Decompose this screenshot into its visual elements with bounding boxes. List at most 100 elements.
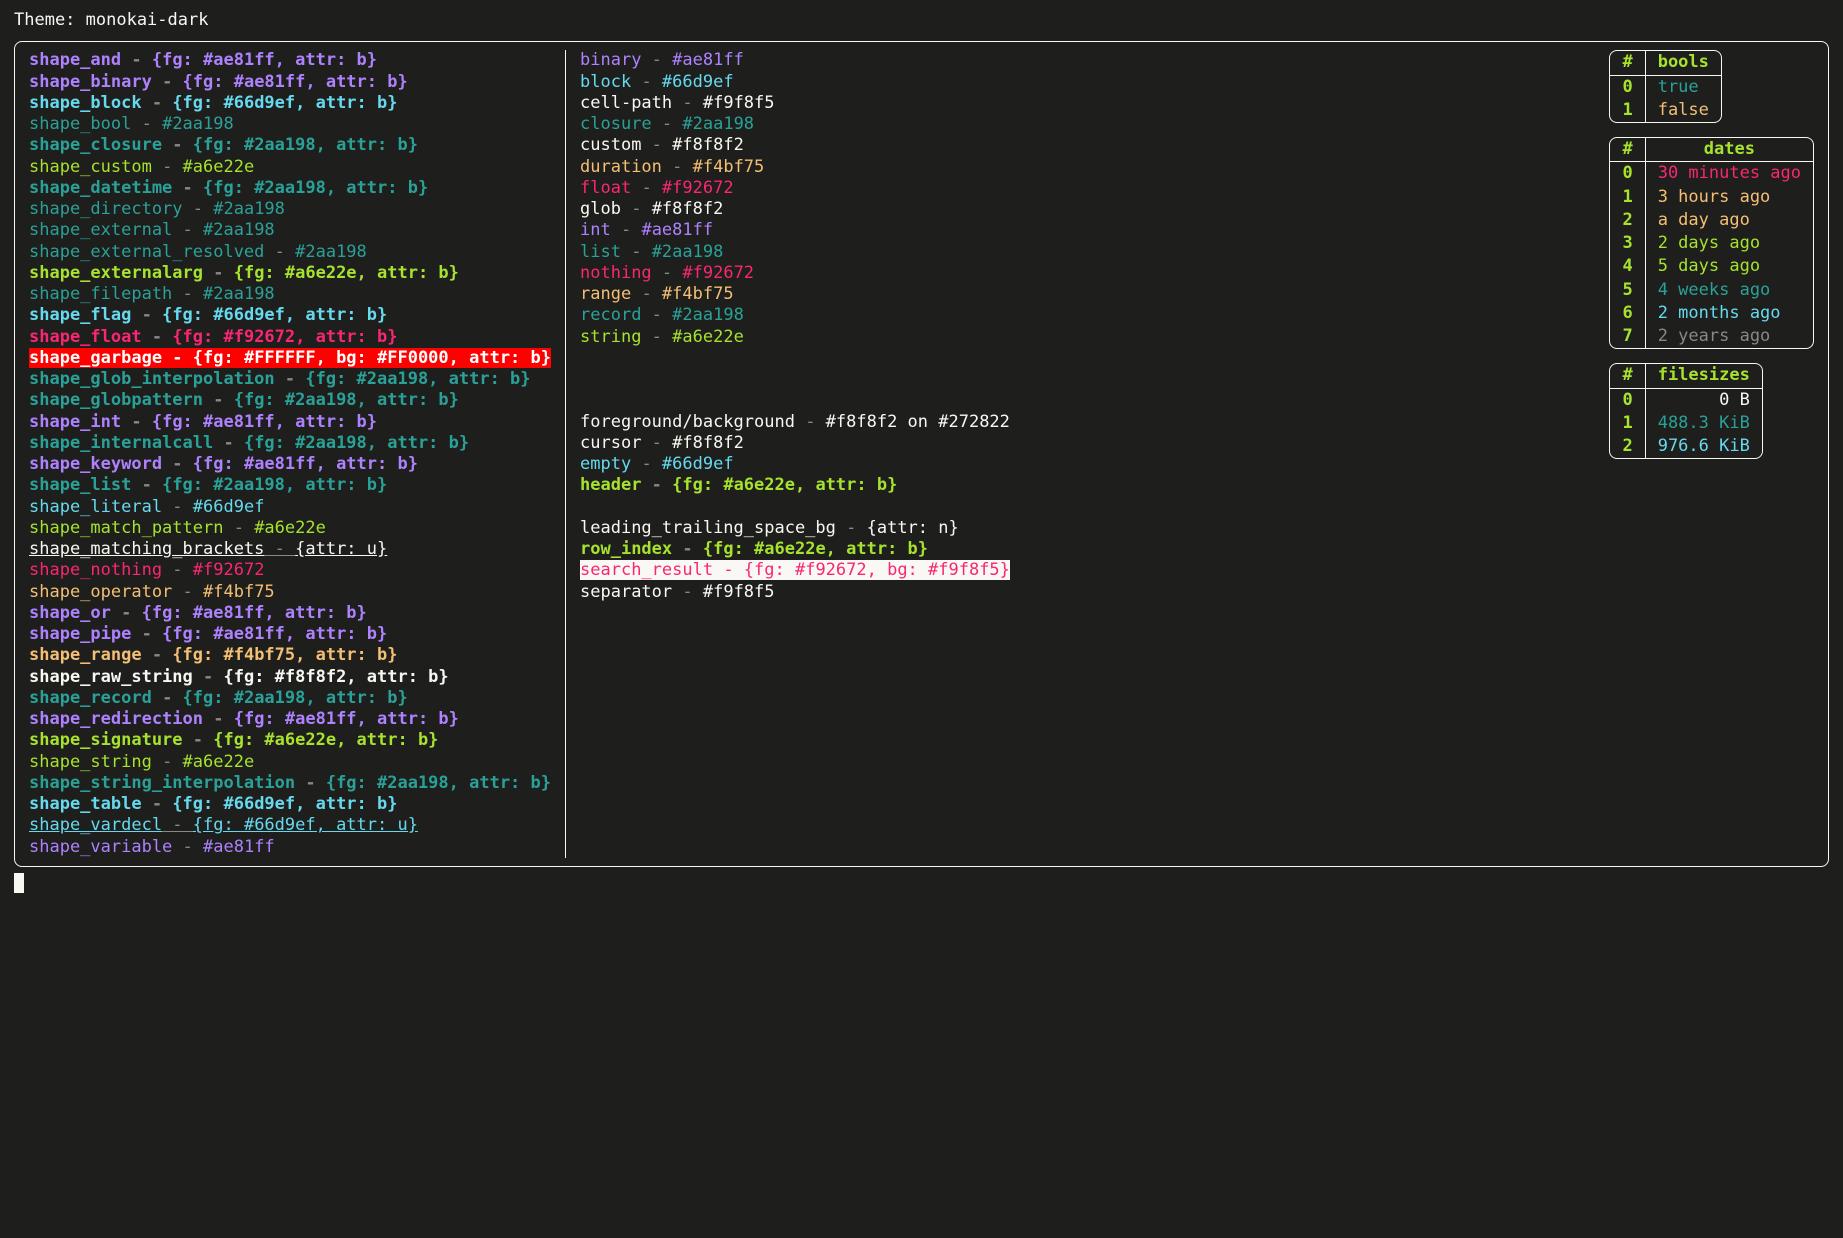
separator: - <box>152 688 183 708</box>
table-row: 2976.6 KiB <box>1610 435 1761 458</box>
shapes-name: shape_int <box>29 412 121 432</box>
types-value: #ae81ff <box>672 50 744 70</box>
separator: - <box>183 730 214 750</box>
shapes-name: shape_list <box>29 475 131 495</box>
separator: - <box>142 93 173 113</box>
shapes-row: shape_internalcall - {fg: #2aa198, attr:… <box>29 433 551 454</box>
table-filesizes: #filesizes00 B1488.3 KiB2976.6 KiB <box>1609 363 1762 459</box>
shapes-value: {fg: #ae81ff, attr: b} <box>152 412 377 432</box>
shapes-value: #a6e22e <box>254 518 326 538</box>
shapes-name: shape_keyword <box>29 454 162 474</box>
table-header-index: # <box>1610 364 1645 388</box>
separator: - <box>672 93 703 113</box>
separator: - <box>641 135 672 155</box>
types-name: custom <box>580 135 641 155</box>
shapes-value: {fg: #a6e22e, attr: b} <box>213 730 438 750</box>
shapes-value: #f4bf75 <box>203 582 275 602</box>
types-row: float - #f92672 <box>580 178 1589 199</box>
shapes-row: shape_redirection - {fg: #ae81ff, attr: … <box>29 709 551 730</box>
separator: - <box>672 539 703 559</box>
separator: - <box>641 50 672 70</box>
shapes-value: {fg: #2aa198, attr: b} <box>193 135 418 155</box>
types-name: float <box>580 178 631 198</box>
shapes-row: shape_or - {fg: #ae81ff, attr: b} <box>29 603 551 624</box>
separator: - <box>662 157 693 177</box>
misc-row: cursor - #f8f8f2 <box>580 433 1589 454</box>
row-index: 1 <box>1610 99 1645 122</box>
shapes-value: {fg: #ae81ff, attr: b} <box>152 50 377 70</box>
types-name: nothing <box>580 263 652 283</box>
shapes-row: shape_filepath - #2aa198 <box>29 284 551 305</box>
row-value: 2 years ago <box>1646 325 1813 348</box>
separator: - <box>172 837 203 857</box>
separator: - <box>131 475 162 495</box>
shapes-row: shape_flag - {fg: #66d9ef, attr: b} <box>29 305 551 326</box>
shapes-name: shape_redirection <box>29 709 203 729</box>
shapes-value: {fg: #ae81ff, attr: b} <box>162 624 387 644</box>
separator: - <box>152 752 183 772</box>
shapes-column: shape_and - {fg: #ae81ff, attr: b} shape_… <box>23 50 566 858</box>
shapes-value: {fg: #66d9ef, attr: b} <box>172 794 397 814</box>
shapes-name: shape_range <box>29 645 142 665</box>
types-name: block <box>580 72 631 92</box>
shapes-row: shape_externalarg - {fg: #a6e22e, attr: … <box>29 263 551 284</box>
shapes-value: {fg: #2aa198, attr: b} <box>183 688 408 708</box>
separator: - <box>121 412 152 432</box>
separator: - <box>172 220 203 240</box>
shapes-row: shape_float - {fg: #f92672, attr: b} <box>29 327 551 348</box>
shapes-name: shape_string_interpolation <box>29 773 295 793</box>
shapes-row: shape_literal - #66d9ef <box>29 497 551 518</box>
table-header-title: dates <box>1646 138 1813 162</box>
shapes-name: shape_datetime <box>29 178 172 198</box>
row-value: 2 months ago <box>1646 302 1813 325</box>
shapes-row: shape_glob_interpolation - {fg: #2aa198,… <box>29 369 551 390</box>
types-row: block - #66d9ef <box>580 72 1589 93</box>
shapes-name: shape_external <box>29 220 172 240</box>
shapes-value: #2aa198 <box>203 220 275 240</box>
row-index: 4 <box>1610 255 1645 278</box>
separator: - <box>641 327 672 347</box>
separator: - <box>152 157 183 177</box>
shapes-row: shape_closure - {fg: #2aa198, attr: b} <box>29 135 551 156</box>
table-row: 32 days ago <box>1610 232 1813 255</box>
row-index: 6 <box>1610 302 1645 325</box>
row-value: 3 hours ago <box>1646 186 1813 209</box>
shapes-name: shape_flag <box>29 305 131 325</box>
shapes-row: shape_and - {fg: #ae81ff, attr: b} <box>29 50 551 71</box>
table-row: 72 years ago <box>1610 325 1813 348</box>
shapes-value: {fg: #ae81ff, attr: b} <box>142 603 367 623</box>
shapes-value: #2aa198 <box>295 242 367 262</box>
types-name: glob <box>580 199 621 219</box>
shapes-name: shape_raw_string <box>29 667 193 687</box>
types-value: #2aa198 <box>672 305 744 325</box>
shapes-name: shape_string <box>29 752 152 772</box>
separator: - <box>203 263 234 283</box>
misc2-value: {fg: #a6e22e, attr: b} <box>703 539 928 559</box>
shapes-row: shape_directory - #2aa198 <box>29 199 551 220</box>
shapes-value: {fg: #66d9ef, attr: b} <box>172 93 397 113</box>
shapes-name: shape_bool <box>29 114 131 134</box>
row-value: 30 minutes ago <box>1646 162 1813 185</box>
table-row: 54 weeks ago <box>1610 279 1813 302</box>
shapes-row: shape_globpattern - {fg: #2aa198, attr: … <box>29 390 551 411</box>
shapes-name: shape_literal <box>29 497 162 517</box>
shapes-value: {fg: #66d9ef, attr: b} <box>162 305 387 325</box>
separator: - <box>713 560 744 580</box>
shapes-value: #f92672 <box>193 560 265 580</box>
shapes-name: shape_vardecl <box>29 815 162 835</box>
row-value: a day ago <box>1646 209 1813 232</box>
row-index: 2 <box>1610 435 1645 458</box>
shapes-name: shape_externalarg <box>29 263 203 283</box>
separator: - <box>172 582 203 602</box>
types-name: duration <box>580 157 662 177</box>
types-row: closure - #2aa198 <box>580 114 1589 135</box>
types-row: list - #2aa198 <box>580 242 1589 263</box>
shapes-name: shape_record <box>29 688 152 708</box>
table-header-title: bools <box>1646 51 1721 75</box>
shapes-value: {fg: #2aa198, attr: b} <box>244 433 469 453</box>
theme-label: Theme: monokai-dark <box>14 10 1829 31</box>
table-row: 030 minutes ago <box>1610 162 1813 185</box>
separator: - <box>142 327 173 347</box>
separator: - <box>672 582 703 602</box>
row-index: 0 <box>1610 389 1645 412</box>
